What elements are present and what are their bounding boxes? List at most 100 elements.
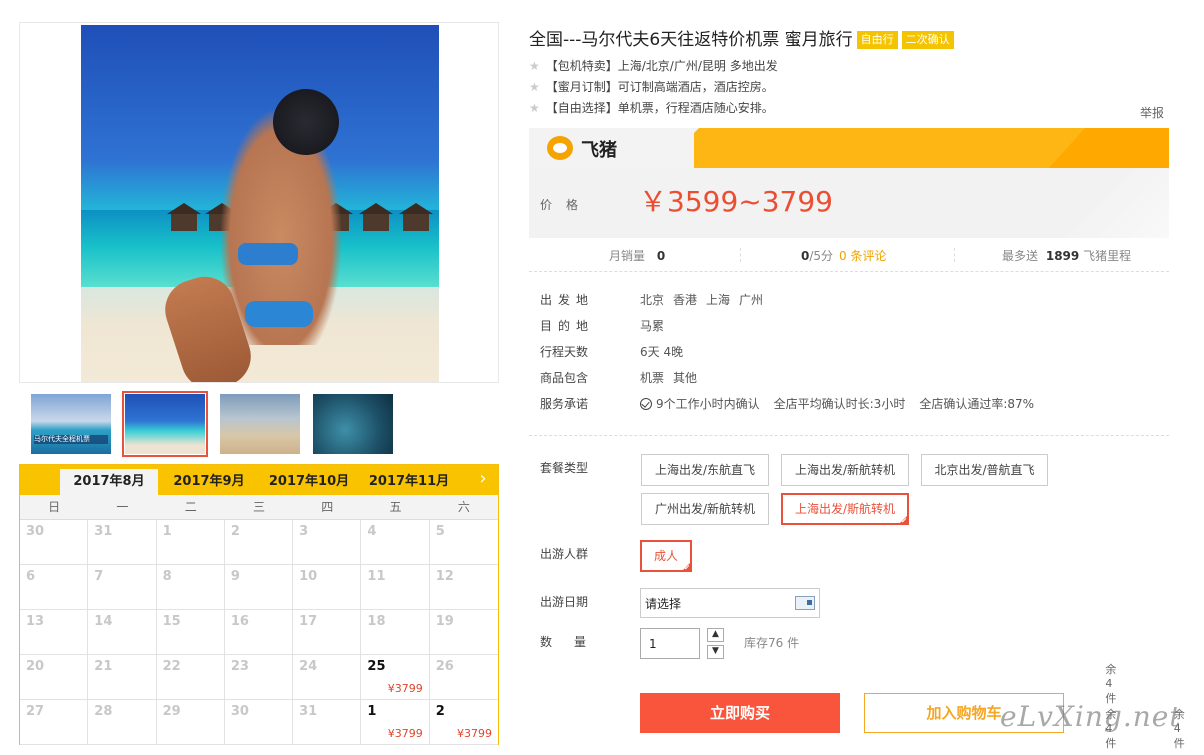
calendar-day: 6 <box>20 565 89 610</box>
day-number: 15 <box>162 614 181 629</box>
report-link[interactable]: 举报 <box>1140 104 1164 121</box>
month-tab-aug[interactable]: 2017年8月 <box>60 469 158 495</box>
feature-text: 【包机特卖】上海/北京/广州/昆明 多地出发 <box>545 59 778 73</box>
info-key: 服务承诺 <box>540 397 589 411</box>
feature-item: ★ 【自由选择】单机票，行程酒店随心安排。 <box>529 99 778 120</box>
price-value: ￥3599~3799 <box>639 185 833 218</box>
package-option-4[interactable]: 广州出发/新航转机 <box>641 493 769 525</box>
calendar-day: 12 <box>429 565 498 610</box>
feature-list: ★ 【包机特卖】上海/北京/广州/昆明 多地出发 ★ 【蜜月订制】可订制高端酒店，酒… <box>529 57 778 120</box>
calendar-day: 14 <box>88 610 157 655</box>
quantity-input[interactable] <box>640 628 700 659</box>
thumbnail-1[interactable]: 马尔代夫全程机票 <box>31 394 111 454</box>
info-value: 9个工作小时内确认 <box>656 397 760 411</box>
info-value: 全店平均确认时长:3小时 <box>773 397 906 411</box>
price-label: 价格 <box>540 198 593 212</box>
day-number: 23 <box>230 659 249 674</box>
monthly-sales-label: 月销量 <box>609 249 646 263</box>
calendar-day: 20 <box>20 655 89 700</box>
points-value: 1899 <box>1045 249 1080 263</box>
calendar-day: 29 <box>156 700 225 745</box>
day-number: 9 <box>230 569 240 584</box>
calendar-day: 13 <box>20 610 89 655</box>
weekday-label: 一 <box>116 500 129 514</box>
day-number: 3 <box>299 524 309 539</box>
day-price: ¥3799 <box>387 682 423 695</box>
info-key: 行程天数 <box>540 345 589 359</box>
product-title-text: 全国---马尔代夫6天往返特价机票 蜜月旅行 <box>529 30 853 50</box>
day-number: 25 <box>367 659 386 674</box>
monthly-sales-value: 0 <box>656 249 666 263</box>
info-key: 出发地 <box>540 293 595 307</box>
calendar-day: 30 <box>20 520 89 565</box>
main-product-photo[interactable] <box>81 25 439 382</box>
day-number: 2 <box>230 524 240 539</box>
thumbnail-strip: 马尔代夫全程机票 <box>19 383 499 464</box>
calendar-day: 4 <box>361 520 430 565</box>
brand-banner: 飞猪 <box>529 128 1169 168</box>
day-number: 16 <box>230 614 249 629</box>
badge-second-confirm: 二次确认 <box>901 31 954 49</box>
calendar-month-tabs: 2017年8月 2017年9月 2017年10月 2017年11月 › <box>20 465 498 495</box>
day-number: 28 <box>94 704 113 719</box>
weekday-label: 二 <box>184 500 197 514</box>
points-suffix: 飞猪里程 <box>1083 249 1132 263</box>
quantity-increase-icon[interactable]: ▲ <box>707 628 724 642</box>
calendar-day: 3 <box>293 520 362 565</box>
thumbnail-2-selected[interactable] <box>122 391 208 457</box>
quantity-decrease-icon[interactable]: ▼ <box>707 645 724 659</box>
watermark: eLvXing.net <box>1000 700 1182 733</box>
calendar-day: 27 <box>20 700 89 745</box>
day-number: 22 <box>162 659 181 674</box>
next-month-arrow-icon[interactable]: › <box>468 465 498 495</box>
day-number: 19 <box>435 614 454 629</box>
info-duration: 行程天数 6天 4晚 <box>540 342 1043 368</box>
feature-text: 【蜜月订制】可订制高端酒店，酒店控房。 <box>545 80 774 94</box>
calendar-day: 10 <box>293 565 362 610</box>
calendar-picker-icon[interactable] <box>795 596 815 610</box>
calendar-day: 31 <box>88 520 157 565</box>
day-number: 2 <box>435 704 445 719</box>
crowd-option-adult[interactable]: 成人 <box>640 540 692 572</box>
buy-now-button[interactable]: 立即购买 <box>640 693 840 733</box>
info-value: 上海 <box>706 293 731 307</box>
review-count-link[interactable]: 0 条评论 <box>839 249 886 263</box>
feature-item: ★ 【蜜月订制】可订制高端酒店，酒店控房。 <box>529 78 778 99</box>
thumbnail-caption: 马尔代夫全程机票 <box>34 435 108 444</box>
monthly-sales: 月销量 0 <box>609 247 665 264</box>
calendar-day-available[interactable]: 1 余4件 ¥3799 <box>361 700 1116 750</box>
day-number: 30 <box>230 704 249 719</box>
day-number: 1 <box>367 704 377 719</box>
package-option-2[interactable]: 上海出发/新航转机 <box>781 454 909 486</box>
day-number: 4 <box>367 524 377 539</box>
calendar-day: 28 <box>88 700 157 745</box>
star-icon: ★ <box>529 80 540 94</box>
day-number: 7 <box>94 569 104 584</box>
month-tab-nov[interactable]: 2017年11月 <box>360 469 458 495</box>
crowd-label: 出游人群 <box>540 547 589 561</box>
info-value: 马累 <box>640 319 665 333</box>
package-option-1[interactable]: 上海出发/东航直飞 <box>641 454 769 486</box>
thumbnail-4[interactable] <box>313 394 393 454</box>
travel-date-input[interactable] <box>640 588 820 618</box>
calendar-day: 24 <box>293 655 362 700</box>
calendar-day: 15 <box>156 610 225 655</box>
day-number: 24 <box>299 659 318 674</box>
thumbnail-3[interactable] <box>220 394 300 454</box>
weekday-label: 日 <box>48 500 61 514</box>
package-option-3[interactable]: 北京出发/普航直飞 <box>921 454 1048 486</box>
month-tab-oct[interactable]: 2017年10月 <box>260 469 358 495</box>
info-value: 广州 <box>739 293 764 307</box>
calendar-day: 22 <box>156 655 225 700</box>
day-number: 29 <box>162 704 181 719</box>
calendar-day-available[interactable]: 25 余4件 ¥3799 <box>361 655 1116 705</box>
day-number: 17 <box>299 614 318 629</box>
month-tab-sep[interactable]: 2017年9月 <box>160 469 258 495</box>
rating-suffix: /5分 <box>809 249 834 263</box>
badge-free-travel: 自由行 <box>856 31 898 49</box>
info-departure: 出发地 北京 香港 上海 广州 <box>540 290 1043 316</box>
calendar-day: 21 <box>88 655 157 700</box>
calendar-day-available[interactable]: 2 余4件 ¥3799 <box>429 700 1185 750</box>
day-number: 31 <box>94 524 113 539</box>
package-option-5-selected[interactable]: 上海出发/斯航转机 <box>781 493 909 525</box>
